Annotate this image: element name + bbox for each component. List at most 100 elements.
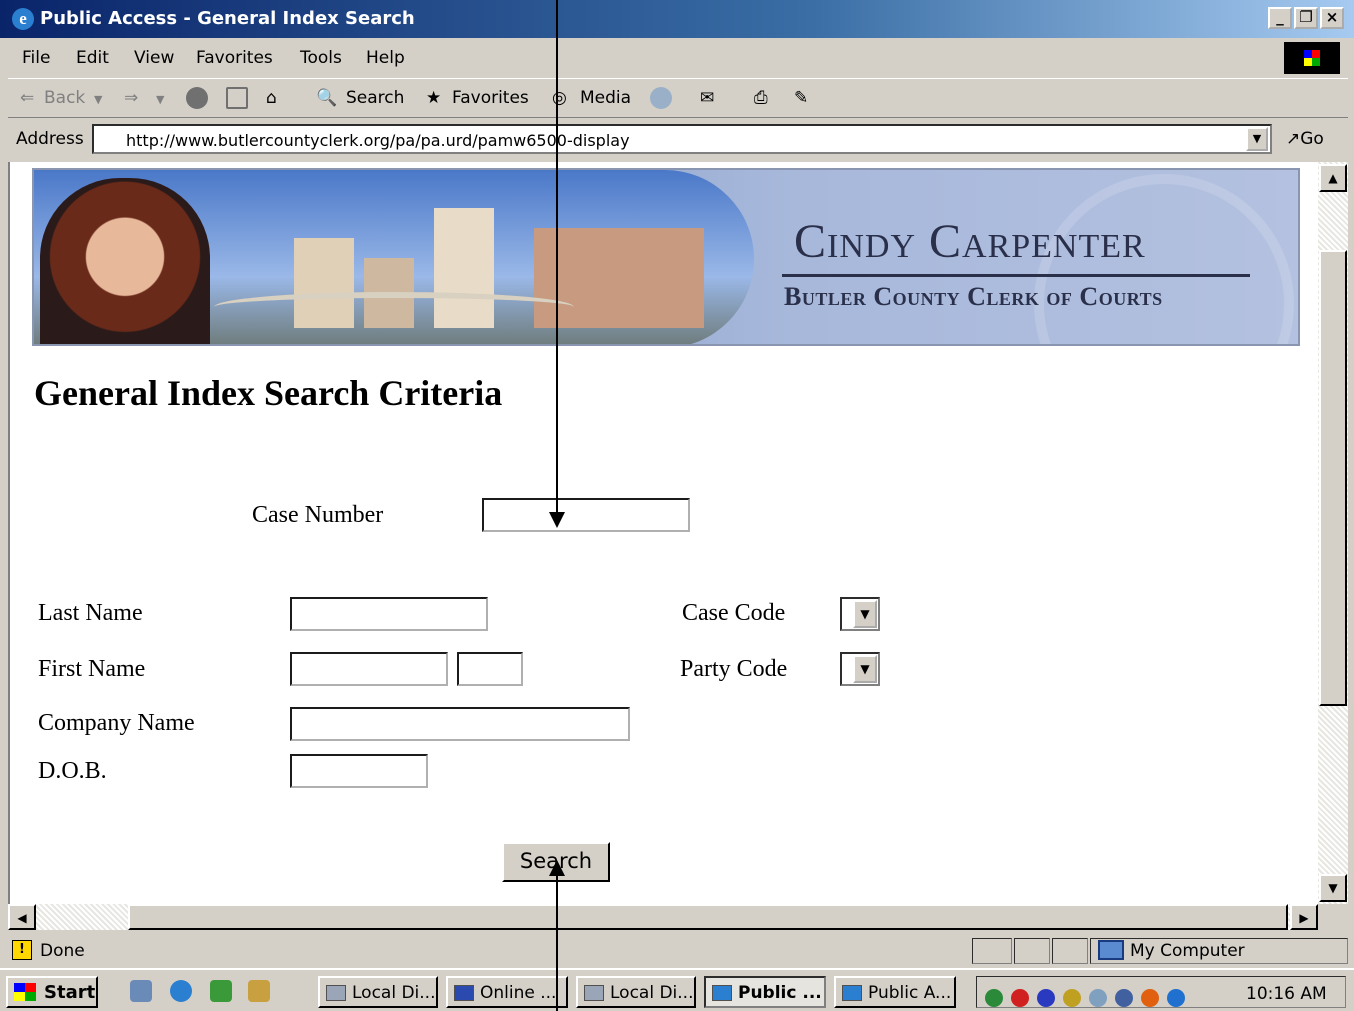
bridge-image	[214, 292, 574, 322]
stop-icon[interactable]	[186, 87, 208, 109]
window-title: Public Access - General Index Search	[40, 8, 415, 29]
maximize-button[interactable]: ❐	[1294, 7, 1318, 29]
address-bar: Address http://www.butlercountyclerk.org…	[8, 120, 1348, 160]
company-name-label: Company Name	[38, 710, 195, 736]
tray-icon[interactable]	[985, 989, 1003, 1007]
address-input[interactable]: http://www.butlercountyclerk.org/pa/pa.u…	[92, 124, 1272, 154]
start-button[interactable]: Start	[6, 976, 98, 1008]
vertical-scroll-thumb[interactable]	[1319, 250, 1347, 706]
dob-input[interactable]	[290, 754, 428, 788]
mail-icon[interactable]: ✉	[700, 88, 714, 108]
menu-tools[interactable]: Tools	[300, 48, 342, 68]
edit-icon[interactable]: ✎	[794, 88, 808, 108]
case-code-select[interactable]: ▼	[840, 597, 880, 631]
status-panel	[1014, 938, 1050, 964]
forward-button[interactable]: ⇒	[124, 88, 138, 108]
quicklaunch-desktop-icon[interactable]	[130, 980, 152, 1002]
party-code-label: Party Code	[680, 656, 788, 682]
tray-icon[interactable]	[1141, 989, 1159, 1007]
taskbar: Start Local Di... Online ... Local Di...…	[0, 968, 1354, 1011]
horizontal-scrollbar[interactable]: ◀ ▶	[8, 904, 1318, 930]
history-icon[interactable]	[650, 87, 672, 109]
scroll-down-icon[interactable]: ▼	[1319, 874, 1347, 902]
annotation-arrow-line	[556, 874, 558, 1011]
warning-icon: !	[12, 940, 32, 960]
security-zone-label: My Computer	[1130, 941, 1245, 961]
status-text: Done	[40, 941, 85, 961]
close-button[interactable]: ×	[1320, 7, 1344, 29]
horizontal-scroll-thumb[interactable]	[128, 904, 1288, 930]
refresh-icon[interactable]	[226, 87, 248, 109]
quicklaunch-app-icon[interactable]	[210, 980, 232, 1002]
annotation-arrow-head	[549, 512, 565, 528]
drive-icon	[584, 985, 604, 1001]
vertical-scrollbar[interactable]: ▲ ▼	[1318, 162, 1348, 904]
tray-icon[interactable]	[1011, 989, 1029, 1007]
favorites-button[interactable]: Favorites	[452, 88, 529, 108]
back-button[interactable]: Back	[44, 88, 85, 108]
menu-favorites[interactable]: Favorites	[196, 48, 273, 68]
status-bar: ! Done My Computer	[0, 936, 1354, 966]
page-viewport: Cindy Carpenter Butler County Clerk of C…	[8, 162, 1318, 904]
quicklaunch-ie-icon[interactable]	[170, 980, 192, 1002]
favorites-icon[interactable]: ★	[426, 88, 441, 108]
task-online[interactable]: Online ...	[446, 976, 568, 1008]
first-name-label: First Name	[38, 656, 146, 682]
search-button[interactable]: Search	[346, 88, 404, 108]
ie-icon: e	[12, 8, 34, 30]
back-dropdown-icon[interactable]: ▼	[94, 93, 102, 106]
task-public-access[interactable]: Public A...	[834, 976, 956, 1008]
taskbar-clock: 10:16 AM	[1246, 984, 1327, 1004]
case-number-label: Case Number	[252, 502, 384, 528]
case-number-input[interactable]	[482, 498, 690, 532]
last-name-label: Last Name	[38, 600, 143, 626]
scroll-left-icon[interactable]: ◀	[8, 904, 36, 930]
party-code-select[interactable]: ▼	[840, 652, 880, 686]
status-panel	[1052, 938, 1088, 964]
banner-divider	[782, 274, 1250, 277]
task-local-disk-1[interactable]: Local Di...	[318, 976, 438, 1008]
home-icon[interactable]: ⌂	[266, 88, 277, 108]
address-dropdown-icon[interactable]: ▼	[1246, 127, 1268, 151]
middle-initial-input[interactable]	[457, 652, 523, 686]
page-title: General Index Search Criteria	[34, 373, 503, 413]
ie-icon	[842, 985, 862, 1001]
tray-icon[interactable]	[1089, 989, 1107, 1007]
menu-help[interactable]: Help	[366, 48, 405, 68]
case-code-label: Case Code	[682, 600, 786, 626]
task-local-disk-2[interactable]: Local Di...	[576, 976, 696, 1008]
annotation-arrow-line	[556, 0, 558, 514]
menu-view[interactable]: View	[134, 48, 174, 68]
first-name-input[interactable]	[290, 652, 448, 686]
windows-logo	[1284, 42, 1340, 74]
print-icon[interactable]: ⎙	[754, 88, 768, 108]
task-public-active[interactable]: Public ...	[704, 976, 826, 1008]
forward-dropdown-icon[interactable]: ▼	[156, 93, 164, 106]
media-icon[interactable]: ◎	[552, 88, 567, 108]
chevron-down-icon: ▼	[853, 600, 877, 628]
dob-label: D.O.B.	[38, 758, 107, 784]
task-label: Online ...	[480, 983, 557, 1003]
minimize-button[interactable]: _	[1268, 7, 1292, 29]
media-button[interactable]: Media	[580, 88, 631, 108]
tray-icon[interactable]	[1167, 989, 1185, 1007]
go-button[interactable]: ↗Go	[1286, 129, 1324, 149]
clerk-banner: Cindy Carpenter Butler County Clerk of C…	[32, 168, 1300, 346]
clerk-name: Cindy Carpenter	[794, 215, 1146, 268]
search-icon[interactable]: 🔍	[316, 88, 337, 108]
tray-icon[interactable]	[1037, 989, 1055, 1007]
tray-icon[interactable]	[1063, 989, 1081, 1007]
last-name-input[interactable]	[290, 597, 488, 631]
windows-flag-icon	[1304, 50, 1320, 66]
toolbar: ⇐ Back ▼ ⇒ ▼ ⌂ 🔍 Search ★ Favorites ◎ Me…	[8, 78, 1348, 118]
word-icon	[454, 985, 474, 1001]
scroll-up-icon[interactable]: ▲	[1319, 164, 1347, 192]
go-label: Go	[1300, 129, 1324, 149]
scroll-right-icon[interactable]: ▶	[1290, 904, 1318, 930]
task-label: Local Di...	[610, 983, 694, 1003]
tray-icon[interactable]	[1115, 989, 1133, 1007]
company-name-input[interactable]	[290, 707, 630, 741]
menu-file[interactable]: File	[22, 48, 50, 68]
menu-edit[interactable]: Edit	[76, 48, 109, 68]
quicklaunch-app-icon[interactable]	[248, 980, 270, 1002]
